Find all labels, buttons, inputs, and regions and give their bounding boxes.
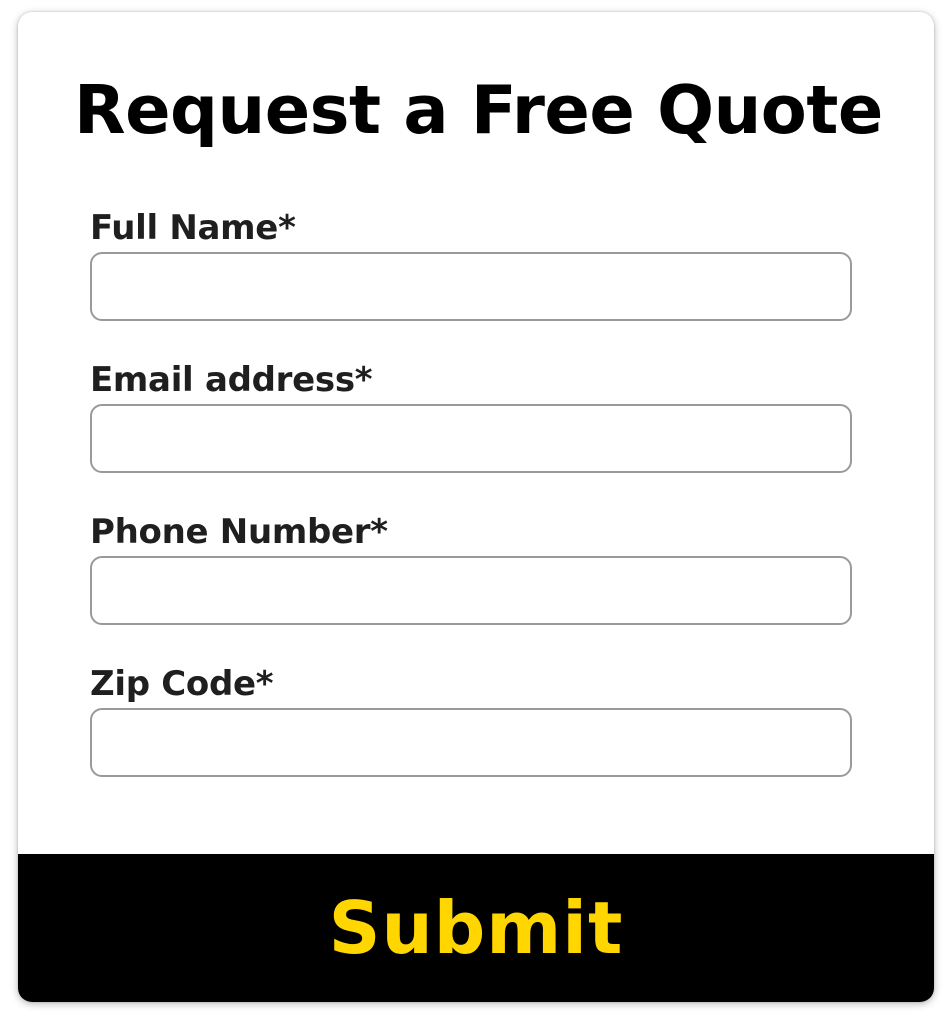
full-name-field-group: Full Name* — [90, 208, 852, 321]
submit-button[interactable]: Submit — [18, 854, 934, 1002]
email-label: Email address* — [90, 360, 373, 400]
email-input[interactable] — [90, 404, 852, 473]
phone-label: Phone Number* — [90, 512, 388, 552]
full-name-label: Full Name* — [90, 208, 296, 248]
quote-form-card: Request a Free Quote Full Name* Email ad… — [18, 12, 934, 1002]
email-field-group: Email address* — [90, 360, 852, 473]
phone-input[interactable] — [90, 556, 852, 625]
form-title: Request a Free Quote — [74, 71, 883, 149]
zip-code-field-group: Zip Code* — [90, 664, 852, 777]
zip-code-label: Zip Code* — [90, 664, 274, 704]
full-name-input[interactable] — [90, 252, 852, 321]
zip-code-input[interactable] — [90, 708, 852, 777]
phone-field-group: Phone Number* — [90, 512, 852, 625]
